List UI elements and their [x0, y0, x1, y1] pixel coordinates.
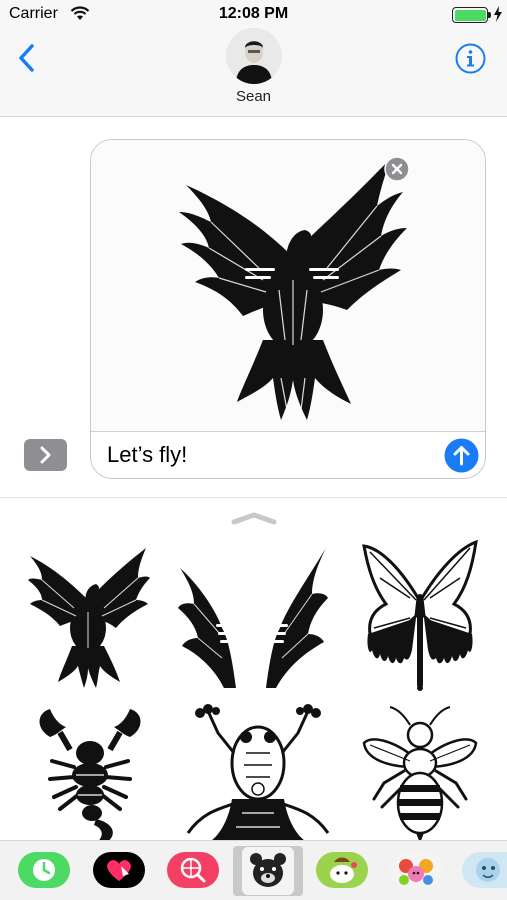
- compose-bubble[interactable]: Let’s fly!: [90, 139, 486, 479]
- bear-icon: [250, 853, 286, 887]
- blue-character-icon: [476, 858, 500, 882]
- characters-sticker-app-button[interactable]: [390, 852, 442, 888]
- imessage-app-strip: [0, 840, 507, 900]
- chevron-right-icon: [40, 446, 51, 464]
- characters-icon: [399, 859, 433, 885]
- scorpion-sticker: [39, 709, 141, 843]
- clock-icon: [33, 859, 55, 881]
- status-time: 12:08 PM: [218, 5, 289, 22]
- remove-attachment-button[interactable]: [384, 156, 410, 182]
- eagle-sticker: [179, 158, 407, 420]
- character-sticker-icon: [330, 857, 357, 883]
- recents-app-button[interactable]: [18, 852, 70, 888]
- back-button[interactable]: [14, 42, 42, 74]
- attached-sticker-preview[interactable]: [91, 140, 485, 432]
- info-icon: [455, 43, 486, 74]
- frog-sticker: [186, 704, 330, 843]
- message-compose-area: Let’s fly!: [0, 117, 507, 497]
- sticker-drawer: [0, 497, 507, 843]
- chevron-left-icon: [19, 44, 34, 72]
- sticker-item[interactable]: [30, 703, 160, 853]
- contact-name[interactable]: Sean: [0, 88, 507, 105]
- person-photo: [226, 28, 282, 84]
- grabber-chevron-icon[interactable]: [230, 510, 278, 526]
- charging-bolt-icon: [494, 6, 502, 22]
- bee-sticker: [362, 706, 478, 843]
- message-text-input[interactable]: Let’s fly!: [107, 442, 187, 468]
- digital-touch-app-button[interactable]: [93, 852, 145, 888]
- green-sticker-app-button[interactable]: [316, 852, 368, 888]
- battery-level-fill: [454, 9, 486, 21]
- images-search-app-button[interactable]: [167, 852, 219, 888]
- heart-icon: [107, 860, 131, 881]
- close-circle-icon: [384, 156, 410, 182]
- animal-stickers-app-button[interactable]: [242, 847, 294, 895]
- butterfly-sticker: [362, 539, 478, 691]
- sticker-item[interactable]: [176, 538, 328, 688]
- battery-cap: [488, 12, 491, 18]
- battery-icon: [452, 7, 488, 23]
- eagle-sticker: [28, 548, 150, 688]
- info-button[interactable]: [455, 43, 486, 74]
- send-arrow-icon: [444, 438, 479, 473]
- sticker-item[interactable]: [360, 703, 490, 853]
- status-bar: Carrier 12:08 PM: [0, 0, 507, 30]
- expand-apps-button[interactable]: [24, 439, 67, 471]
- globe-search-icon: [180, 857, 206, 883]
- sticker-item[interactable]: [360, 538, 490, 691]
- wings-sticker: [178, 548, 328, 688]
- contact-avatar[interactable]: [226, 28, 282, 84]
- sticker-item[interactable]: [178, 703, 330, 853]
- sticker-item[interactable]: [24, 538, 154, 688]
- blue-sticker-app-button[interactable]: [462, 852, 507, 888]
- send-button[interactable]: [444, 438, 479, 473]
